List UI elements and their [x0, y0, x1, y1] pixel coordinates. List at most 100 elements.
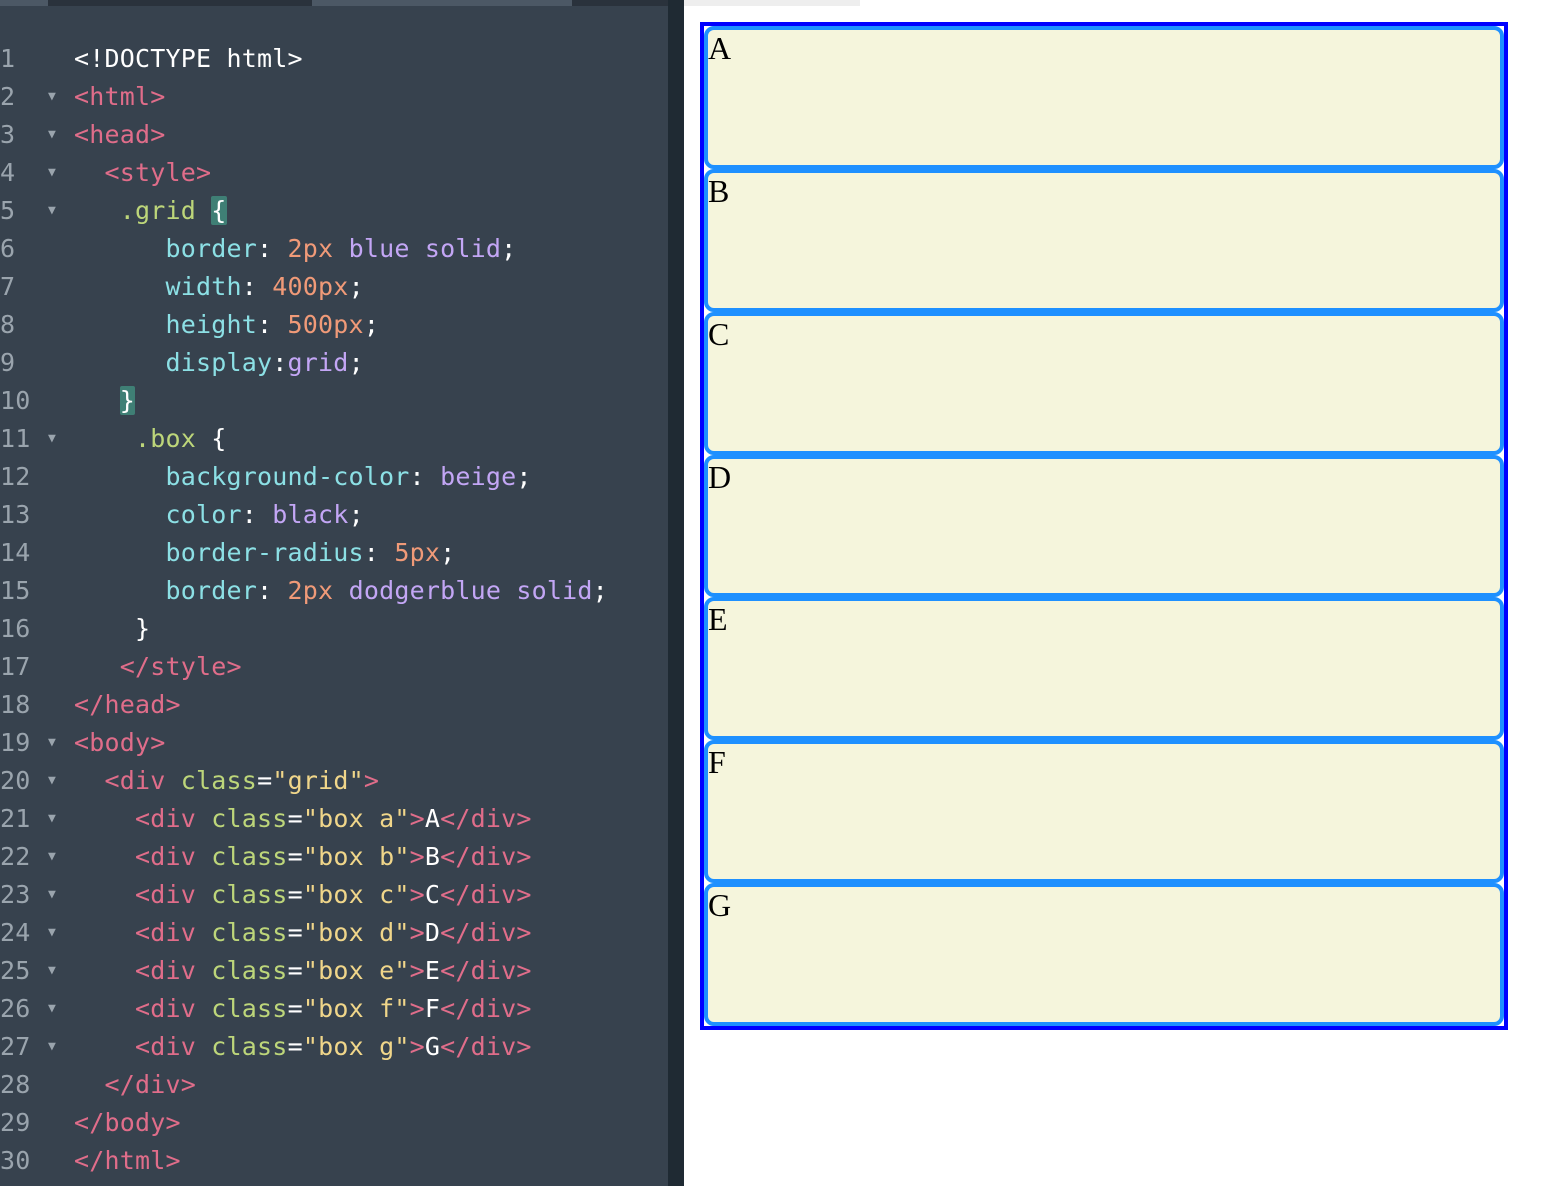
- code-token: {: [211, 196, 227, 225]
- fold-arrow-icon[interactable]: ▼: [48, 762, 56, 800]
- line-code: </style>: [74, 648, 242, 686]
- code-token: =: [287, 880, 303, 909]
- line-number: 3: [0, 120, 16, 149]
- box-b: B: [704, 168, 1504, 312]
- pane-splitter[interactable]: [668, 0, 684, 1186]
- code-token: ;: [348, 272, 364, 301]
- code-token: :: [241, 272, 273, 301]
- code-token: C: [424, 880, 441, 909]
- line-number: 7: [0, 272, 16, 301]
- box-c: C: [704, 311, 1504, 455]
- line-code: </html>: [74, 1142, 181, 1180]
- code-token: "box c": [302, 880, 410, 909]
- fold-arrow-icon[interactable]: ▼: [48, 154, 56, 192]
- code-token: <div: [135, 1032, 197, 1061]
- line-number: 5: [0, 196, 16, 225]
- code-token: </div>: [440, 880, 532, 909]
- fold-arrow-icon[interactable]: ▼: [48, 990, 56, 1028]
- line-code: <div class="grid">: [74, 762, 379, 800]
- code-token: class: [211, 842, 288, 871]
- line-code: .grid {: [74, 192, 227, 230]
- code-token: class: [180, 766, 258, 795]
- line-code: border-radius: 5px;: [74, 534, 456, 572]
- line-number: 4: [0, 158, 16, 187]
- code-token: B: [424, 842, 441, 871]
- code-token: >: [409, 880, 425, 909]
- fold-arrow-icon[interactable]: ▼: [48, 1028, 56, 1066]
- code-token: class: [211, 804, 288, 833]
- code-token: A: [424, 804, 441, 833]
- preview-top-bar: [684, 0, 860, 6]
- fold-arrow-icon[interactable]: ▼: [48, 800, 56, 838]
- code-token: blue: [348, 234, 410, 263]
- code-token: <div: [135, 918, 197, 947]
- code-token: <body>: [74, 728, 166, 757]
- code-token: >: [409, 842, 425, 871]
- code-token: border: [165, 576, 258, 605]
- code-token: </div>: [440, 842, 532, 871]
- line-code: <div class="box a">A</div>: [74, 800, 532, 838]
- fold-arrow-icon[interactable]: ▼: [48, 952, 56, 990]
- code-editor[interactable]: 1 <!DOCTYPE html> 2 ▼ <html> 3 ▼ <head> 4 ▼ <styl…: [0, 0, 668, 1186]
- editor-tab[interactable]: [0, 0, 48, 6]
- code-token: display: [165, 348, 273, 377]
- code-token: <div: [135, 994, 197, 1023]
- fold-arrow-icon[interactable]: ▼: [48, 78, 56, 116]
- line-number: 1: [0, 44, 16, 73]
- line-code: background-color: beige;: [74, 458, 532, 496]
- preview-pane: A B C D E F G: [684, 0, 1544, 1186]
- line-code: </body>: [74, 1104, 181, 1142]
- fold-arrow-icon[interactable]: ▼: [48, 838, 56, 876]
- code-token: </div>: [104, 1070, 197, 1099]
- code-token: "box b": [302, 842, 410, 871]
- line-number: 12: [0, 462, 31, 491]
- fold-arrow-icon[interactable]: ▼: [48, 724, 56, 762]
- code-token: :: [363, 538, 395, 567]
- line-number: 2: [0, 82, 16, 111]
- code-token: color: [165, 500, 242, 529]
- fold-arrow-icon[interactable]: ▼: [48, 420, 56, 458]
- code-token: =: [287, 1032, 303, 1061]
- line-number: 15: [0, 576, 31, 605]
- box-a: A: [704, 26, 1504, 169]
- line-code: <head>: [74, 116, 166, 154]
- fold-arrow-icon[interactable]: ▼: [48, 914, 56, 952]
- line-code: }: [74, 382, 136, 420]
- code-token: >: [409, 1032, 425, 1061]
- fold-arrow-icon[interactable]: ▼: [48, 192, 56, 230]
- line-number: 23: [0, 880, 31, 909]
- editor-tab-bar: [0, 0, 668, 6]
- line-code: border: 2px dodgerblue solid;: [74, 572, 608, 610]
- line-number: 21: [0, 804, 31, 833]
- code-token: background-color: [165, 462, 410, 491]
- line-code: height: 500px;: [74, 306, 379, 344]
- box-e: E: [704, 597, 1504, 741]
- fold-arrow-icon[interactable]: ▼: [48, 876, 56, 914]
- code-token: =: [287, 842, 303, 871]
- editor-tab[interactable]: [312, 0, 572, 6]
- line-number: 28: [0, 1070, 31, 1099]
- line-code: <body>: [74, 724, 166, 762]
- code-token: <div: [135, 842, 197, 871]
- line-number: 13: [0, 500, 31, 529]
- app-window: 1 <!DOCTYPE html> 2 ▼ <html> 3 ▼ <head> 4 ▼ <styl…: [0, 0, 1544, 1186]
- code-token: D: [424, 918, 441, 947]
- code-token: <style>: [104, 158, 212, 187]
- fold-arrow-icon[interactable]: ▼: [48, 116, 56, 154]
- code-token: class: [211, 918, 288, 947]
- code-token: "grid": [272, 766, 364, 795]
